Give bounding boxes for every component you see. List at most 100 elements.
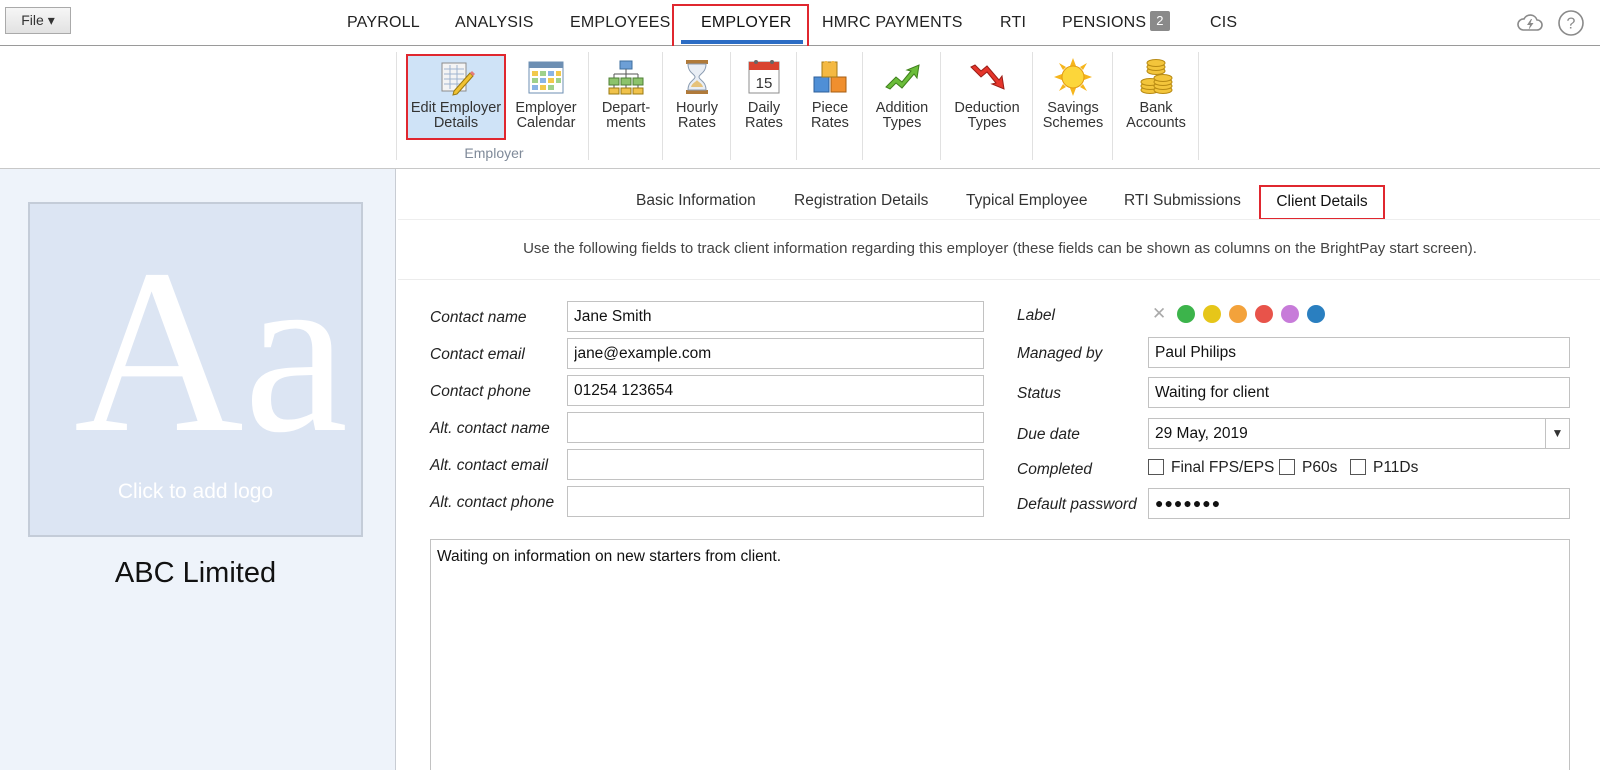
coins-icon	[1140, 59, 1173, 94]
tab-hmrc-payments[interactable]: HMRC PAYMENTS	[822, 0, 963, 46]
label-color-red[interactable]	[1255, 305, 1273, 323]
employer-calendar-label-1: Employer	[515, 100, 577, 116]
svg-text:?: ?	[1567, 16, 1576, 33]
ribbon-separator	[862, 52, 863, 160]
bank-accounts-button[interactable]: Bank Accounts	[1116, 51, 1196, 151]
deduction-types-label-2: Types	[967, 115, 1007, 131]
default-password-input[interactable]: ●●●●●●●	[1148, 488, 1570, 519]
instruction-divider	[398, 279, 1600, 280]
subtab-rti-submissions[interactable]: RTI Submissions	[1124, 186, 1241, 216]
edit-employer-details-button[interactable]: Edit Employer Details	[406, 51, 506, 151]
p60s-checkbox[interactable]	[1279, 459, 1295, 475]
subtab-typical-employee[interactable]: Typical Employee	[966, 186, 1087, 216]
ribbon-separator	[730, 52, 731, 160]
status-input[interactable]	[1148, 377, 1570, 408]
daily-rates-button[interactable]: 15 Daily Rates	[734, 51, 794, 151]
contact-phone-input[interactable]	[567, 375, 984, 406]
tab-cis[interactable]: CIS	[1210, 0, 1237, 46]
edit-employer-label-1: Edit Employer	[410, 100, 502, 116]
subtab-registration-details[interactable]: Registration Details	[794, 186, 928, 216]
svg-text:15: 15	[756, 75, 773, 92]
notes-textarea[interactable]: Waiting on information on new starters f…	[430, 539, 1570, 770]
file-menu-button[interactable]: File ▾	[5, 7, 71, 34]
tab-employees[interactable]: EMPLOYEES	[570, 0, 671, 46]
p11ds-label: P11Ds	[1373, 459, 1419, 476]
alt-contact-phone-label: Alt. contact phone	[430, 494, 555, 511]
daily-rates-label-1: Daily	[747, 100, 781, 116]
add-logo-hint: Click to add logo	[117, 480, 274, 503]
logo-upload-area[interactable]: Aa Click to add logo	[28, 202, 363, 537]
tab-analysis[interactable]: ANALYSIS	[455, 0, 534, 46]
clear-label-icon[interactable]: ✕	[1152, 304, 1166, 324]
tab-pensions[interactable]: PENSIONS 2	[1062, 0, 1170, 46]
employer-sidebar: Aa Click to add logo ABC Limited	[0, 169, 396, 770]
ribbon-separator	[1032, 52, 1033, 160]
help-icon[interactable]: ?	[1557, 9, 1585, 37]
cloud-bolt-icon[interactable]	[1516, 9, 1544, 37]
managed-by-input[interactable]	[1148, 337, 1570, 368]
contact-phone-label: Contact phone	[430, 383, 531, 400]
p60s-label: P60s	[1302, 459, 1338, 476]
hourly-rates-button[interactable]: Hourly Rates	[666, 51, 728, 151]
tab-pensions-label: PENSIONS	[1062, 14, 1147, 31]
ribbon-separator	[1112, 52, 1113, 160]
notes-text: Waiting on information on new starters f…	[437, 548, 782, 565]
alt-contact-phone-input[interactable]	[567, 486, 984, 517]
tab-payroll[interactable]: PAYROLL	[347, 0, 420, 46]
bank-accounts-label-2: Accounts	[1126, 115, 1186, 131]
addition-types-label-2: Types	[882, 115, 922, 131]
contact-email-input[interactable]	[567, 338, 984, 369]
arrow-down-icon	[970, 64, 1005, 90]
status-label: Status	[1017, 385, 1061, 402]
contact-email-label: Contact email	[430, 346, 525, 363]
default-password-value: ●●●●●●●	[1155, 495, 1222, 511]
employer-calendar-button[interactable]: Employer Calendar	[510, 51, 582, 151]
contact-name-input[interactable]	[567, 301, 984, 332]
subtab-basic-information[interactable]: Basic Information	[636, 186, 756, 216]
arrow-up-icon	[885, 64, 920, 90]
final-fps-eps-checkbox[interactable]	[1148, 459, 1164, 475]
due-date-picker[interactable]: 29 May, 2019	[1148, 418, 1570, 449]
hourglass-icon	[686, 60, 708, 94]
contact-name-label: Contact name	[430, 309, 527, 326]
hourly-rates-label-2: Rates	[678, 115, 716, 131]
alt-contact-name-input[interactable]	[567, 412, 984, 443]
instruction-text: Use the following fields to track client…	[523, 240, 1477, 257]
departments-label-1: Depart-	[601, 100, 651, 116]
label-color-green[interactable]	[1177, 305, 1195, 323]
savings-schemes-button[interactable]: Savings Schemes	[1036, 51, 1110, 151]
default-password-label: Default password	[1017, 496, 1137, 513]
piece-rates-button[interactable]: Piece Rates	[800, 51, 860, 151]
deduction-types-label-1: Deduction	[954, 100, 1020, 116]
ribbon-separator	[1198, 52, 1199, 160]
managed-by-label: Managed by	[1017, 345, 1103, 362]
label-color-yellow[interactable]	[1203, 305, 1221, 323]
pensions-count-badge: 2	[1150, 11, 1170, 31]
addition-types-button[interactable]: Addition Types	[866, 51, 938, 151]
alt-contact-email-input[interactable]	[567, 449, 984, 480]
completed-label: Completed	[1017, 461, 1092, 478]
piece-rates-label-1: Piece	[811, 100, 849, 116]
subtab-divider	[398, 219, 1600, 220]
tab-rti[interactable]: RTI	[1000, 0, 1026, 46]
label-color-orange[interactable]	[1229, 305, 1247, 323]
label-color-purple[interactable]	[1281, 305, 1299, 323]
departments-button[interactable]: Depart- ments	[592, 51, 660, 151]
ribbon-separator	[940, 52, 941, 160]
company-name: ABC Limited	[114, 557, 277, 589]
blocks-icon	[813, 61, 847, 93]
employer-calendar-label-2: Calendar	[516, 115, 576, 131]
hourly-rates-label-1: Hourly	[676, 100, 718, 116]
bank-accounts-label-1: Bank	[1139, 100, 1173, 116]
deduction-types-button[interactable]: Deduction Types	[944, 51, 1030, 151]
final-fps-eps-label: Final FPS/EPS	[1171, 459, 1275, 476]
label-color-blue[interactable]	[1307, 305, 1325, 323]
savings-schemes-label-2: Schemes	[1042, 115, 1104, 131]
subtab-client-details[interactable]: Client Details	[1259, 185, 1385, 220]
sun-icon	[1054, 58, 1092, 96]
ribbon-separator	[396, 52, 397, 160]
ribbon-separator	[588, 52, 589, 160]
due-date-dropdown-icon[interactable]: ▼	[1545, 419, 1569, 448]
due-date-value: 29 May, 2019	[1155, 425, 1248, 442]
p11ds-checkbox[interactable]	[1350, 459, 1366, 475]
